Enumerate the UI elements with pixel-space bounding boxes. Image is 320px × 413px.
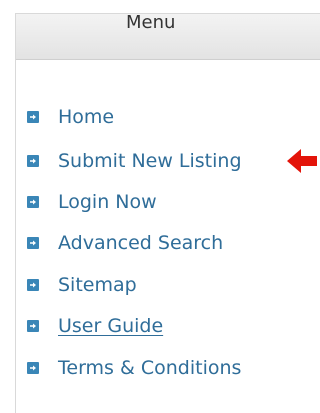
red-arrow-pointer-icon [287,149,317,173]
right-arrow-square-icon [27,111,39,123]
menu-item-label: Login Now [58,191,157,213]
right-arrow-square-icon [27,279,39,291]
menu-item-login-now[interactable]: Login Now [27,189,157,215]
menu-item-home[interactable]: Home [27,104,114,130]
right-arrow-square-icon [27,362,39,374]
menu-item-label: Submit New Listing [58,150,242,172]
right-arrow-square-icon [27,196,39,208]
right-arrow-square-icon [27,320,39,332]
menu-item-label: Terms & Conditions [58,357,242,379]
menu-title: Menu [126,12,176,33]
menu-item-terms-conditions[interactable]: Terms & Conditions [27,355,241,381]
right-arrow-square-icon [27,155,39,167]
menu-item-label: Advanced Search [58,232,224,254]
menu-item-label: Home [58,106,115,128]
menu-item-advanced-search[interactable]: Advanced Search [27,230,223,256]
menu-item-sitemap[interactable]: Sitemap [27,272,137,298]
menu-item-user-guide[interactable]: User Guide [27,313,163,339]
menu-item-submit-new-listing[interactable]: Submit New Listing [27,148,242,174]
right-arrow-square-icon [27,237,39,249]
menu-item-label: Sitemap [58,274,137,296]
menu-item-label: User Guide [58,315,164,337]
